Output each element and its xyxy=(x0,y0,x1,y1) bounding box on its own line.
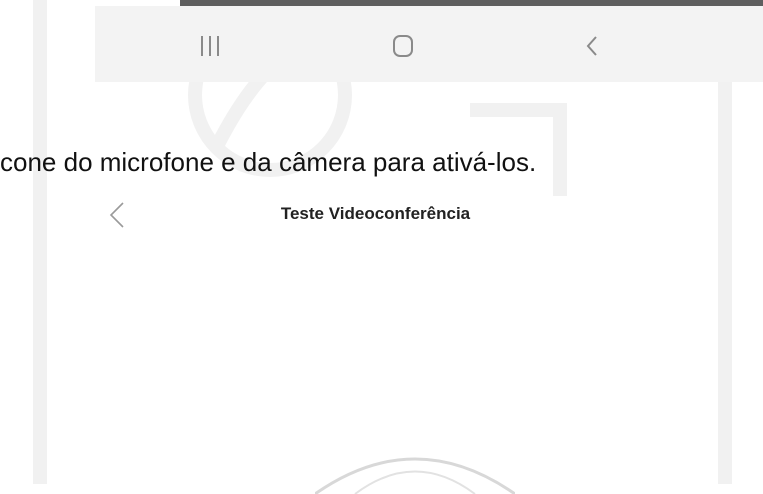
nav-bar-gap xyxy=(95,0,180,6)
back-icon[interactable] xyxy=(580,28,604,64)
circular-control-icon[interactable] xyxy=(315,454,515,494)
screen-bottom-edge xyxy=(180,0,763,6)
home-icon[interactable] xyxy=(388,28,418,64)
recent-apps-icon[interactable] xyxy=(195,28,225,64)
app-screen: Teste Videoconferência xyxy=(95,196,710,494)
app-title: Teste Videoconferência xyxy=(280,204,471,223)
instruction-text: cone do microfone e da câmera para ativá… xyxy=(0,147,537,177)
